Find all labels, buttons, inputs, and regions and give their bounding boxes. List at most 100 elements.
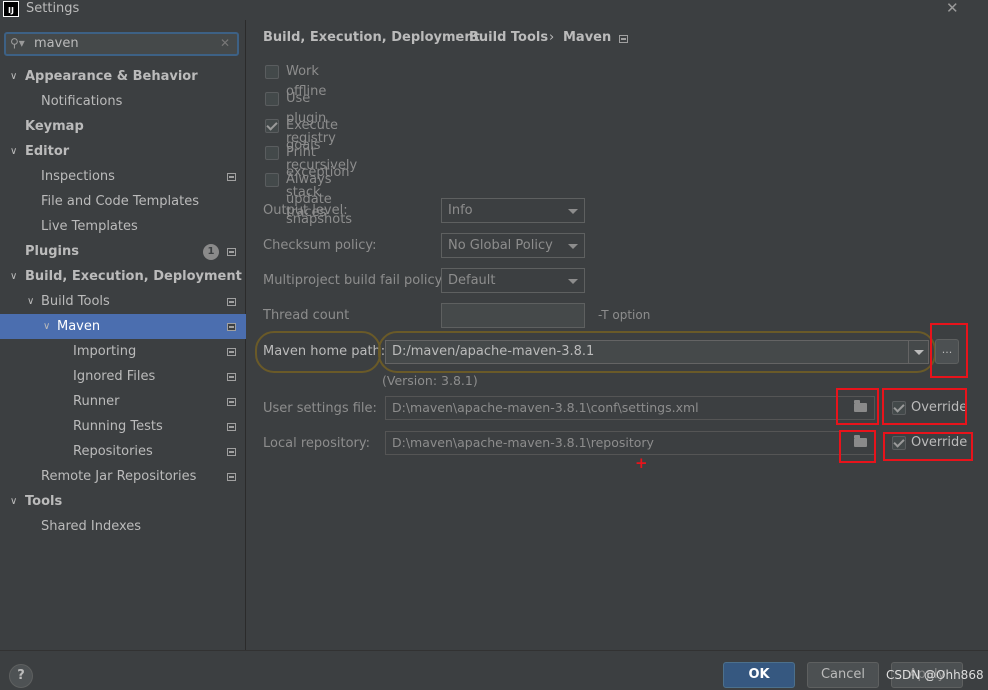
sidebar-item-runner[interactable]: Runner — [0, 389, 246, 414]
chevron-down-icon — [568, 209, 578, 214]
sidebar-item-label: Shared Indexes — [41, 519, 142, 534]
cancel-button[interactable]: Cancel — [807, 662, 879, 688]
project-scope-icon — [619, 35, 628, 43]
breadcrumb-separator: › — [549, 30, 555, 45]
chevron-down-icon[interactable]: ∨ — [27, 289, 34, 314]
project-scope-icon — [227, 348, 236, 356]
sidebar-item-shared-indexes[interactable]: Shared Indexes — [0, 514, 246, 539]
local-repository-input[interactable]: D:\maven\apache-maven-3.8.1\repository — [385, 431, 875, 455]
sidebar-item-remote-jar-repositories[interactable]: Remote Jar Repositories — [0, 464, 246, 489]
local-repository-label: Local repository: — [263, 436, 370, 451]
sidebar-item-label: Runner — [73, 394, 120, 409]
checksum-policy-select[interactable]: No Global Policy — [441, 233, 585, 258]
sidebar-item-importing[interactable]: Importing — [0, 339, 246, 364]
search-icon: ⚲▾ — [10, 36, 25, 50]
project-scope-icon — [227, 398, 236, 406]
chevron-down-icon[interactable]: ∨ — [10, 139, 17, 164]
project-scope-icon — [227, 323, 236, 331]
sidebar-item-ignored-files[interactable]: Ignored Files — [0, 364, 246, 389]
sidebar-item-label: Repositories — [73, 444, 153, 459]
title-bar: IJ Settings ✕ — [0, 0, 988, 20]
sidebar-item-keymap[interactable]: Keymap — [0, 114, 246, 139]
sidebar-item-running-tests[interactable]: Running Tests — [0, 414, 246, 439]
watermark: CSDN @Ohh868 — [886, 668, 984, 682]
sidebar-item-label: Inspections — [41, 169, 115, 184]
sidebar-item-label: Appearance & Behavior — [25, 69, 198, 84]
maven-home-path-input[interactable]: D:/maven/apache-maven-3.8.1 — [385, 340, 929, 364]
scrollbar[interactable] — [978, 20, 988, 650]
sidebar-item-live-templates[interactable]: Live Templates — [0, 214, 246, 239]
breadcrumb-item-maven: Maven — [563, 30, 612, 45]
breadcrumb-item-build-tools[interactable]: Build Tools — [469, 30, 548, 45]
settings-tree: ∨ Appearance & Behavior Notifications Keyma… — [0, 64, 246, 539]
sidebar-item-inspections[interactable]: Inspections — [0, 164, 246, 189]
project-scope-icon — [227, 248, 236, 256]
sidebar-item-label: Build Tools — [41, 294, 110, 309]
sidebar-item-tools[interactable]: ∨ Tools — [0, 489, 246, 514]
project-scope-icon — [227, 173, 236, 181]
checkbox[interactable] — [265, 173, 279, 187]
user-settings-file-input[interactable]: D:\maven\apache-maven-3.8.1\conf\setting… — [385, 396, 875, 420]
checkbox[interactable] — [265, 146, 279, 160]
sidebar-item-label: Plugins — [25, 244, 79, 259]
ok-button[interactable]: OK — [723, 662, 795, 688]
sidebar-item-label: Running Tests — [73, 419, 163, 434]
chevron-down-icon[interactable]: ∨ — [10, 264, 17, 289]
breadcrumb-item-build-execution-deployment[interactable]: Build, Execution, Deployment — [263, 30, 480, 45]
dialog-footer: ? OK Cancel Apply CSDN @Ohh868 — [0, 650, 988, 690]
checkbox-checked[interactable] — [265, 119, 279, 133]
annotation-box — [839, 430, 876, 463]
output-level-select[interactable]: Info — [441, 198, 585, 223]
annotation-plus-icon: + — [635, 454, 648, 472]
project-scope-icon — [227, 373, 236, 381]
sidebar-item-file-and-code-templates[interactable]: File and Code Templates — [0, 189, 246, 214]
sidebar-item-label: Editor — [25, 144, 70, 159]
sidebar-item-label: Tools — [25, 494, 63, 509]
project-scope-icon — [227, 298, 236, 306]
sidebar-item-label: Build, Execution, Deployment — [25, 269, 242, 284]
settings-sidebar: ⚲▾ maven ✕ ∨ Appearance & Behavior Notific… — [0, 20, 246, 650]
fail-policy-select[interactable]: Default — [441, 268, 585, 293]
clear-icon[interactable]: ✕ — [220, 36, 230, 50]
checksum-policy-label: Checksum policy: — [263, 238, 377, 253]
maven-home-path-label: Maven home path: — [263, 344, 386, 359]
sidebar-item-label: Remote Jar Repositories — [41, 469, 197, 484]
sidebar-item-label: Importing — [73, 344, 137, 359]
chevron-down-icon[interactable]: ∨ — [10, 64, 17, 89]
sidebar-item-editor[interactable]: ∨ Editor — [0, 139, 246, 164]
sidebar-item-label: Live Templates — [41, 219, 138, 234]
chevron-down-icon[interactable] — [908, 341, 929, 363]
sidebar-item-notifications[interactable]: Notifications — [0, 89, 246, 114]
sidebar-item-label: Keymap — [25, 119, 84, 134]
thread-count-input[interactable] — [441, 303, 585, 328]
chevron-down-icon[interactable]: ∨ — [43, 314, 50, 339]
maven-settings-panel: Build, Execution, Deployment › Build Too… — [247, 20, 978, 650]
help-button[interactable]: ? — [9, 664, 33, 688]
sidebar-item-plugins[interactable]: Plugins 1 — [0, 239, 246, 264]
thread-count-hint: -T option — [598, 308, 651, 322]
close-icon[interactable]: ✕ — [946, 0, 959, 17]
breadcrumb-separator: › — [455, 30, 461, 45]
window-title: Settings — [26, 1, 80, 16]
checkbox[interactable] — [265, 65, 279, 79]
annotation-box — [882, 388, 967, 425]
chevron-down-icon[interactable]: ∨ — [10, 489, 17, 514]
search-value: maven — [34, 36, 79, 51]
output-level-label: Output level: — [263, 203, 348, 218]
sidebar-item-maven[interactable]: ∨ Maven — [0, 314, 246, 339]
thread-count-label: Thread count — [263, 308, 350, 323]
intellij-app-icon: IJ — [3, 1, 19, 17]
sidebar-item-build-tools[interactable]: ∨ Build Tools — [0, 289, 246, 314]
sidebar-item-label: File and Code Templates — [41, 194, 199, 209]
sidebar-item-build-execution-deployment[interactable]: ∨ Build, Execution, Deployment — [0, 264, 246, 289]
checkbox[interactable] — [265, 92, 279, 106]
user-settings-file-label: User settings file: — [263, 401, 377, 416]
fail-policy-label: Multiproject build fail policy: — [263, 273, 446, 288]
sidebar-item-repositories[interactable]: Repositories — [0, 439, 246, 464]
project-scope-icon — [227, 423, 236, 431]
sidebar-item-label: Notifications — [41, 94, 123, 109]
maven-version-text: (Version: 3.8.1) — [382, 373, 478, 388]
sidebar-item-appearance-behavior[interactable]: ∨ Appearance & Behavior — [0, 64, 246, 89]
search-input[interactable]: ⚲▾ maven ✕ — [4, 32, 239, 56]
annotation-box — [883, 432, 973, 461]
